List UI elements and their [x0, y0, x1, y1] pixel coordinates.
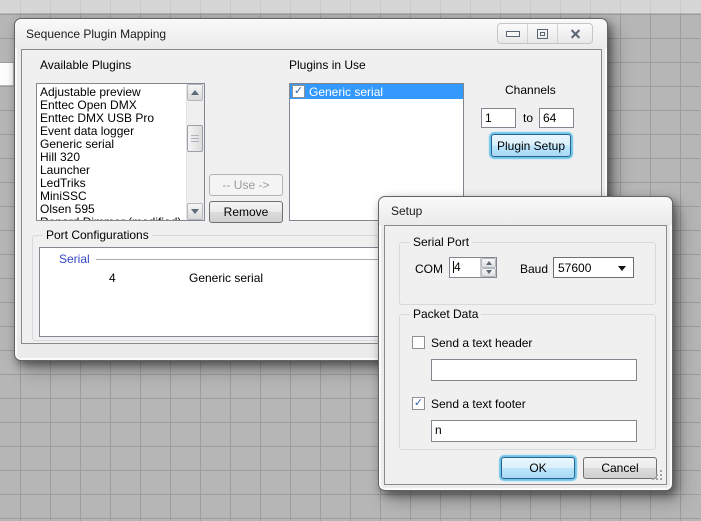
close-button[interactable] — [557, 24, 592, 43]
arrow-up-icon — [191, 90, 199, 95]
checkmark-icon: ✓ — [414, 398, 423, 409]
channel-from-field[interactable]: 1 — [481, 108, 516, 128]
setup-dialog: Setup Serial Port COM 4 Baud 57600 — [378, 196, 673, 491]
baud-value: 57600 — [558, 261, 591, 275]
remove-button[interactable]: Remove — [209, 201, 283, 223]
arrow-up-icon — [486, 261, 492, 265]
com-port-stepper[interactable]: 4 — [449, 257, 497, 278]
arrow-down-icon — [191, 209, 199, 214]
stepper-up-button[interactable] — [481, 258, 496, 268]
available-plugins-listbox[interactable]: Adjustable preview Enttec Open DMX Entte… — [36, 83, 205, 221]
cancel-button[interactable]: Cancel — [583, 457, 657, 479]
scroll-up-button[interactable] — [187, 84, 203, 101]
port-configurations-label: Port Configurations — [43, 228, 152, 242]
setup-content-panel: Serial Port COM 4 Baud 57600 Packet Data — [384, 225, 667, 485]
main-dialog-title: Sequence Plugin Mapping — [26, 27, 166, 41]
maximize-icon — [537, 29, 548, 39]
minimize-button[interactable] — [498, 24, 527, 43]
ok-button[interactable]: OK — [501, 457, 575, 479]
plugin-setup-button[interactable]: Plugin Setup — [491, 134, 571, 157]
scrollbar-thumb[interactable] — [187, 125, 203, 152]
listbox-scrollbar[interactable] — [186, 84, 204, 220]
available-plugins-label: Available Plugins — [40, 58, 131, 72]
baud-label: Baud — [520, 262, 548, 276]
grid-top-light-band — [0, 0, 701, 13]
selected-plugin-label: Generic serial — [309, 85, 383, 99]
stepper-down-button[interactable] — [481, 268, 496, 278]
text-footer-field[interactable]: n — [431, 420, 637, 442]
packet-data-label: Packet Data — [410, 307, 481, 321]
serial-port-group: Serial Port COM 4 Baud 57600 — [399, 242, 656, 305]
com-port-value: 4 — [454, 260, 461, 277]
resize-grip[interactable] — [652, 470, 663, 481]
port-number-cell: 4 — [109, 271, 116, 285]
maximize-button[interactable] — [527, 24, 557, 43]
text-footer-checkbox-label: Send a text footer — [431, 397, 526, 411]
plugins-in-use-label: Plugins in Use — [289, 58, 366, 72]
scroll-down-button[interactable] — [187, 203, 203, 220]
thumb-grip-icon — [191, 135, 199, 142]
port-plugin-cell: Generic serial — [189, 271, 263, 285]
stepper-buttons — [480, 258, 496, 277]
list-item[interactable]: Renard Dimmer (modified) — [37, 216, 183, 221]
channels-label: Channels — [505, 83, 556, 97]
use-button[interactable]: -- Use -> — [209, 174, 283, 196]
arrow-down-icon — [486, 270, 492, 274]
setup-dialog-titlebar[interactable]: Setup — [379, 197, 672, 225]
serial-section-label: Serial — [59, 252, 90, 266]
serial-port-label: Serial Port — [410, 235, 472, 249]
channels-to-label: to — [523, 111, 533, 125]
dropdown-arrow-icon — [618, 266, 626, 271]
plugin-enabled-checkbox[interactable]: ✓ — [292, 85, 305, 98]
grid-white-cell — [0, 63, 13, 85]
com-label: COM — [415, 262, 443, 276]
checkmark-icon: ✓ — [294, 86, 303, 97]
selected-plugin-row[interactable]: ✓ Generic serial — [290, 84, 463, 99]
text-header-checkbox[interactable] — [412, 336, 425, 349]
baud-select[interactable]: 57600 — [553, 257, 634, 278]
text-footer-checkbox[interactable]: ✓ — [412, 397, 425, 410]
packet-data-group: Packet Data Send a text header ✓ Send a … — [399, 314, 656, 450]
setup-dialog-title: Setup — [391, 204, 422, 218]
close-icon — [570, 28, 581, 39]
minimize-icon — [506, 31, 520, 37]
text-header-checkbox-label: Send a text header — [431, 336, 532, 350]
caption-button-group — [497, 23, 593, 44]
channel-to-field[interactable]: 64 — [539, 108, 574, 128]
text-header-field[interactable] — [431, 359, 637, 381]
